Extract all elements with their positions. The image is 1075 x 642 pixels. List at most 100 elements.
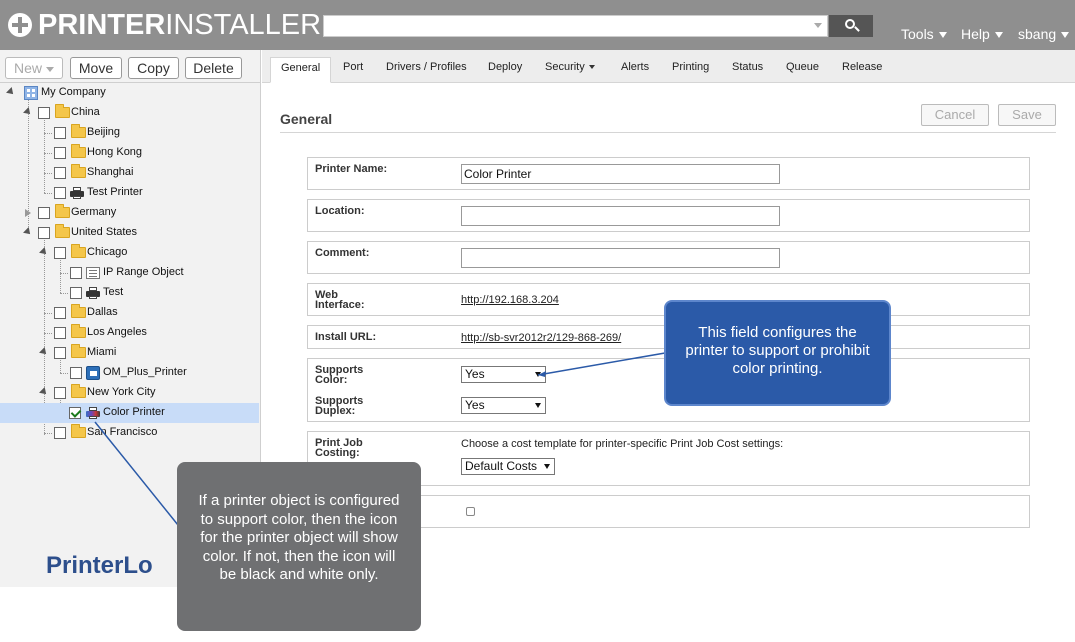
option-checkbox[interactable]	[466, 507, 475, 516]
tree-item-germany[interactable]: Germany	[0, 203, 259, 223]
copy-button[interactable]: Copy	[128, 57, 179, 79]
tree-item-label: United States	[71, 226, 138, 238]
printer-name-input[interactable]: Color Printer	[461, 164, 780, 184]
ip-range-icon	[86, 267, 100, 279]
tree-item-hong-kong[interactable]: Hong Kong	[0, 143, 259, 163]
tab-security-label: Security	[545, 61, 585, 73]
help-menu[interactable]: Help	[961, 26, 1003, 42]
shanghai-checkbox[interactable]	[54, 167, 66, 179]
chevron-down-icon	[46, 66, 54, 72]
tree-item-label: Los Angeles	[87, 326, 147, 338]
tree-item-new-york-city[interactable]: New York City	[0, 383, 259, 403]
beijing-checkbox[interactable]	[54, 127, 66, 139]
cost-template-note: Choose a cost template for printer-speci…	[461, 438, 784, 450]
cancel-button[interactable]: Cancel	[921, 104, 989, 126]
tree-item-label: Shanghai	[87, 166, 134, 178]
chevron-down-icon	[994, 32, 1003, 39]
tree-item-chicago[interactable]: Chicago	[0, 243, 259, 263]
delete-button[interactable]: Delete	[185, 57, 242, 79]
tree-item-dallas[interactable]: Dallas	[0, 303, 259, 323]
tab-deploy[interactable]: Deploy	[488, 57, 522, 83]
collapse-icon[interactable]	[39, 247, 49, 257]
expand-icon[interactable]	[25, 209, 31, 217]
tree-item-los-angeles[interactable]: Los Angeles	[0, 323, 259, 343]
tree-item-miami[interactable]: Miami	[0, 343, 259, 363]
tree-item-my-company[interactable]: My Company	[0, 83, 259, 103]
printer-installer-window: PRINTERINSTALLER Tools Help sbang New Mo…	[0, 0, 1075, 642]
collapse-icon[interactable]	[23, 107, 33, 117]
tools-menu[interactable]: Tools	[901, 26, 947, 42]
tab-security[interactable]: Security	[545, 57, 595, 83]
dallas-checkbox[interactable]	[54, 307, 66, 319]
collapse-icon[interactable]	[23, 227, 33, 237]
miami-checkbox[interactable]	[54, 347, 66, 359]
supports-color-select[interactable]: Yes	[461, 366, 546, 383]
tab-port[interactable]: Port	[343, 57, 363, 83]
hong-kong-checkbox[interactable]	[54, 147, 66, 159]
new-york-checkbox[interactable]	[54, 387, 66, 399]
supports-duplex-select[interactable]: Yes	[461, 397, 546, 414]
tree-item-label: My Company	[41, 86, 106, 98]
tree-item-ip-range-object[interactable]: IP Range Object	[0, 263, 259, 283]
collapse-icon[interactable]	[6, 87, 16, 97]
move-button[interactable]: Move	[70, 57, 122, 79]
folder-icon	[71, 244, 86, 258]
location-label: Location:	[315, 205, 365, 217]
tree-item-shanghai[interactable]: Shanghai	[0, 163, 259, 183]
web-interface-link[interactable]: http://192.168.3.204	[461, 294, 559, 306]
china-checkbox[interactable]	[38, 107, 50, 119]
tab-general[interactable]: General	[270, 57, 332, 83]
logo-bold: PRINTER	[38, 9, 166, 41]
tab-alerts[interactable]: Alerts	[621, 57, 649, 83]
cost-template-select[interactable]: Default Costs	[461, 458, 555, 475]
save-button[interactable]: Save	[998, 104, 1056, 126]
germany-checkbox[interactable]	[38, 207, 50, 219]
comment-input[interactable]	[461, 248, 780, 268]
user-menu[interactable]: sbang	[1018, 26, 1070, 42]
install-url-link[interactable]: http://sb-svr2012r2/129-868-269/	[461, 332, 621, 344]
tree-item-color-printer[interactable]: Color Printer	[0, 403, 259, 423]
folder-icon	[71, 144, 86, 158]
location-row: Location:	[307, 199, 1030, 232]
supports-color-label-line2: Color:	[315, 374, 348, 386]
san-francisco-checkbox[interactable]	[54, 427, 66, 439]
cost-template-value: Default Costs	[465, 459, 538, 473]
search-input[interactable]	[323, 15, 828, 37]
logo-light: INSTALLER	[165, 9, 322, 41]
om-plus-checkbox[interactable]	[70, 367, 82, 379]
tab-release[interactable]: Release	[842, 57, 882, 83]
location-input[interactable]	[461, 206, 780, 226]
tree-item-test-printer[interactable]: Test Printer	[0, 183, 259, 203]
tab-status[interactable]: Status	[732, 57, 763, 83]
chevron-down-icon	[535, 372, 541, 377]
tab-drivers-profiles[interactable]: Drivers / Profiles	[386, 57, 467, 83]
tree-item-label: Chicago	[87, 246, 128, 258]
los-angeles-checkbox[interactable]	[54, 327, 66, 339]
collapse-icon[interactable]	[39, 387, 49, 397]
test-printer-checkbox[interactable]	[54, 187, 66, 199]
tree-item-beijing[interactable]: Beijing	[0, 123, 259, 143]
collapse-icon[interactable]	[39, 347, 49, 357]
color-printer-checkbox[interactable]	[69, 407, 81, 419]
tab-printing[interactable]: Printing	[672, 57, 709, 83]
tree-item-om-plus-printer[interactable]: OM_Plus_Printer	[0, 363, 259, 383]
company-icon	[24, 86, 38, 100]
search-dropdown-icon[interactable]	[814, 23, 822, 28]
search-button[interactable]	[829, 15, 873, 37]
test-checkbox[interactable]	[70, 287, 82, 299]
help-menu-label: Help	[961, 26, 990, 42]
folder-icon	[55, 224, 70, 238]
tree-item-united-states[interactable]: United States	[0, 223, 259, 243]
tree-item-test[interactable]: Test	[0, 283, 259, 303]
chicago-checkbox[interactable]	[54, 247, 66, 259]
united-states-checkbox[interactable]	[38, 227, 50, 239]
section-title: General	[280, 111, 333, 127]
chevron-down-icon	[588, 65, 595, 70]
ip-range-checkbox[interactable]	[70, 267, 82, 279]
tree-item-san-francisco[interactable]: San Francisco	[0, 423, 259, 443]
tab-queue[interactable]: Queue	[786, 57, 819, 83]
new-button[interactable]: New	[5, 57, 63, 79]
tree-toolbar: New Move Copy Delete	[0, 50, 261, 83]
tree-item-china[interactable]: China	[0, 103, 259, 123]
chevron-down-icon	[1061, 32, 1070, 39]
